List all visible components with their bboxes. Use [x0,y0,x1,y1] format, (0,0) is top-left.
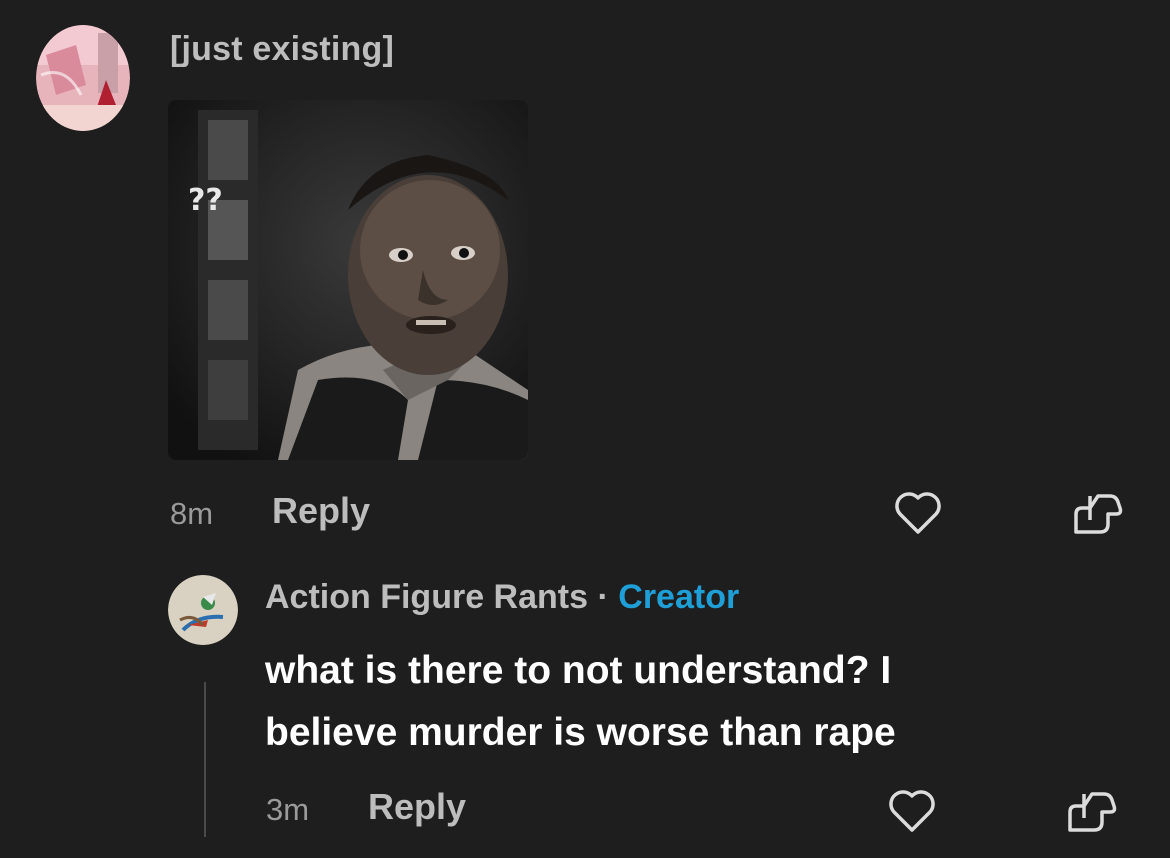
reply-dislike-button[interactable] [1064,786,1120,841]
reply-like-button[interactable] [886,786,938,839]
thread-line [204,682,206,837]
commenter-username[interactable]: [just existing] [170,30,394,69]
heart-icon [895,492,941,534]
reply-author-line: Action Figure Rants · Creator [265,578,739,617]
thumbs-down-icon [1068,792,1117,832]
comment-gif[interactable]: ?? [168,100,528,460]
comment-reply-button[interactable]: Reply [272,490,370,532]
heart-icon [889,790,935,832]
reply-body-line1: what is there to not understand? I [265,649,892,692]
comment-dislike-button[interactable] [1070,488,1126,543]
reply-body: what is there to not understand? I belie… [265,640,1125,764]
comment-time: 8m [170,496,214,531]
separator-dot: · [597,578,609,616]
commenter-avatar[interactable] [36,25,130,131]
reply-username[interactable]: Action Figure Rants [265,578,588,616]
reply-body-line2: believe murder is worse than rape [265,711,896,754]
creator-avatar[interactable] [168,575,238,645]
reply-time: 3m [266,792,310,827]
gif-overlay-text: ?? [188,183,223,218]
thumbs-down-icon [1074,494,1123,534]
reply-reply-button[interactable]: Reply [368,786,466,828]
comment-like-button[interactable] [892,488,944,541]
creator-badge: Creator [618,578,740,616]
